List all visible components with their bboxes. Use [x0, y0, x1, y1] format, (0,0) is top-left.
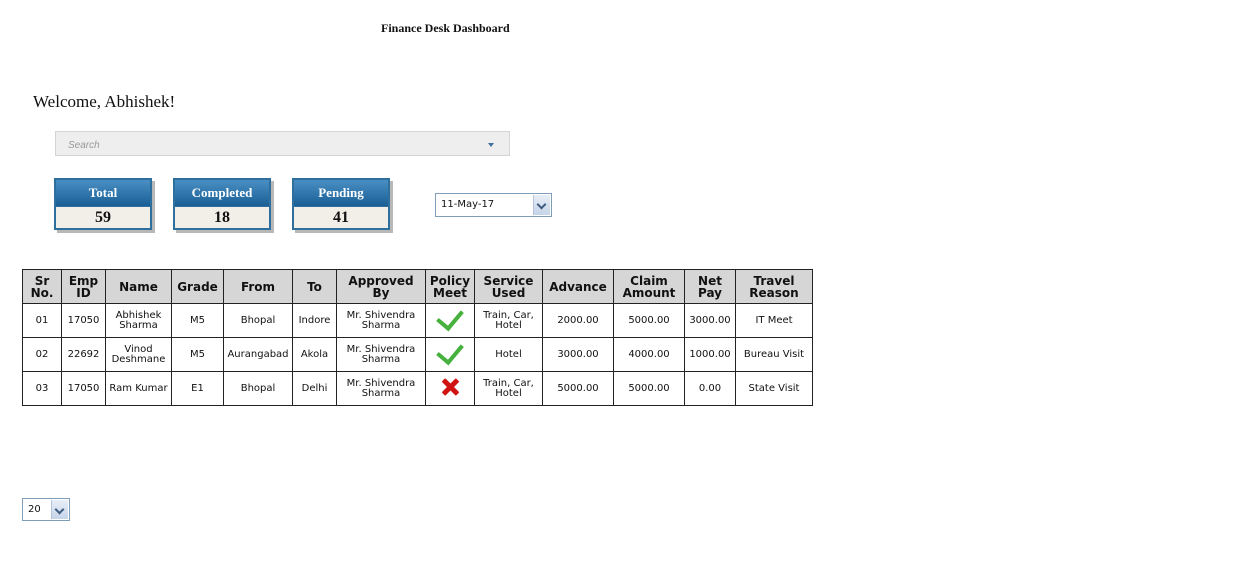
cell-claim-amount: 5000.00 — [613, 371, 685, 406]
cell-travel-reason: IT Meet — [735, 303, 813, 338]
column-header[interactable]: Sr No. — [22, 269, 62, 304]
cell-name: Ram Kumar — [105, 371, 172, 406]
cell-emp-id: 22692 — [61, 337, 106, 372]
cell-advance: 3000.00 — [542, 337, 614, 372]
claims-table: Sr No. Emp ID Name Grade From To Approve… — [22, 269, 813, 406]
cell-claim-amount: 5000.00 — [613, 303, 685, 338]
cell-travel-reason: State Visit — [735, 371, 813, 406]
cell-to: Akola — [292, 337, 337, 372]
column-header[interactable]: Travel Reason — [735, 269, 813, 304]
cell-sr-no: 02 — [22, 337, 62, 372]
stat-pending[interactable]: Pending 41 — [292, 178, 390, 230]
chevron-down-icon[interactable] — [51, 500, 68, 519]
cell-net-pay: 0.00 — [684, 371, 736, 406]
cell-name: Vinod Deshmane — [105, 337, 172, 372]
page-title: Finance Desk Dashboard — [381, 21, 510, 35]
cell-service-used: Hotel — [474, 337, 543, 372]
column-header[interactable]: Claim Amount — [613, 269, 685, 304]
stat-label: Total — [56, 180, 150, 206]
chevron-down-icon[interactable] — [488, 143, 494, 147]
cell-sr-no: 01 — [22, 303, 62, 338]
column-header[interactable]: Emp ID — [61, 269, 106, 304]
date-select[interactable]: 11-May-17 — [435, 193, 552, 217]
chevron-down-icon[interactable] — [533, 195, 550, 215]
cell-from: Bhopal — [223, 303, 293, 338]
column-header[interactable]: Approved By — [336, 269, 426, 304]
column-header[interactable]: Policy Meet — [425, 269, 475, 304]
cell-claim-amount: 4000.00 — [613, 337, 685, 372]
cell-sr-no: 03 — [22, 371, 62, 406]
cross-icon — [441, 378, 459, 396]
column-header[interactable]: Name — [105, 269, 172, 304]
cell-from: Bhopal — [223, 371, 293, 406]
cell-service-used: Train, Car, Hotel — [474, 371, 543, 406]
cell-policy-meet — [425, 303, 475, 338]
cell-grade: M5 — [171, 303, 224, 338]
table-row[interactable]: 03 17050 Ram Kumar E1 Bhopal Delhi Mr. S… — [22, 371, 813, 406]
stat-total[interactable]: Total 59 — [54, 178, 152, 230]
cell-approved-by: Mr. Shivendra Sharma — [336, 303, 426, 338]
cell-emp-id: 17050 — [61, 371, 106, 406]
cell-advance: 2000.00 — [542, 303, 614, 338]
cell-travel-reason: Bureau Visit — [735, 337, 813, 372]
cell-service-used: Train, Car, Hotel — [474, 303, 543, 338]
table-header-row: Sr No. Emp ID Name Grade From To Approve… — [22, 269, 813, 304]
page-size-select[interactable]: 20 — [22, 498, 70, 521]
column-header[interactable]: To — [292, 269, 337, 304]
date-select-value: 11-May-17 — [441, 199, 495, 210]
column-header[interactable]: From — [223, 269, 293, 304]
cell-advance: 5000.00 — [542, 371, 614, 406]
column-header[interactable]: Net Pay — [684, 269, 736, 304]
stat-completed[interactable]: Completed 18 — [173, 178, 271, 230]
cell-policy-meet — [425, 337, 475, 372]
stat-label: Pending — [294, 180, 388, 206]
stat-value: 59 — [56, 206, 150, 229]
column-header[interactable]: Grade — [171, 269, 224, 304]
search-input[interactable] — [66, 137, 470, 153]
cell-approved-by: Mr. Shivendra Sharma — [336, 337, 426, 372]
stat-value: 41 — [294, 206, 388, 229]
column-header[interactable]: Service Used — [474, 269, 543, 304]
cell-approved-by: Mr. Shivendra Sharma — [336, 371, 426, 406]
cell-net-pay: 1000.00 — [684, 337, 736, 372]
check-icon — [436, 304, 464, 332]
welcome-message: Welcome, Abhishek! — [33, 92, 176, 111]
cell-to: Indore — [292, 303, 337, 338]
stat-label: Completed — [175, 180, 269, 206]
cell-to: Delhi — [292, 371, 337, 406]
check-icon — [436, 338, 464, 366]
cell-grade: E1 — [171, 371, 224, 406]
table-row[interactable]: 02 22692 Vinod Deshmane M5 Aurangabad Ak… — [22, 337, 813, 372]
cell-from: Aurangabad — [223, 337, 293, 372]
cell-name: Abhishek Sharma — [105, 303, 172, 338]
cell-emp-id: 17050 — [61, 303, 106, 338]
page-size-value: 20 — [28, 504, 41, 515]
search-box[interactable] — [55, 131, 510, 156]
cell-grade: M5 — [171, 337, 224, 372]
cell-net-pay: 3000.00 — [684, 303, 736, 338]
column-header[interactable]: Advance — [542, 269, 614, 304]
stat-value: 18 — [175, 206, 269, 229]
table-row[interactable]: 01 17050 Abhishek Sharma M5 Bhopal Indor… — [22, 303, 813, 338]
cell-policy-meet — [425, 371, 475, 406]
